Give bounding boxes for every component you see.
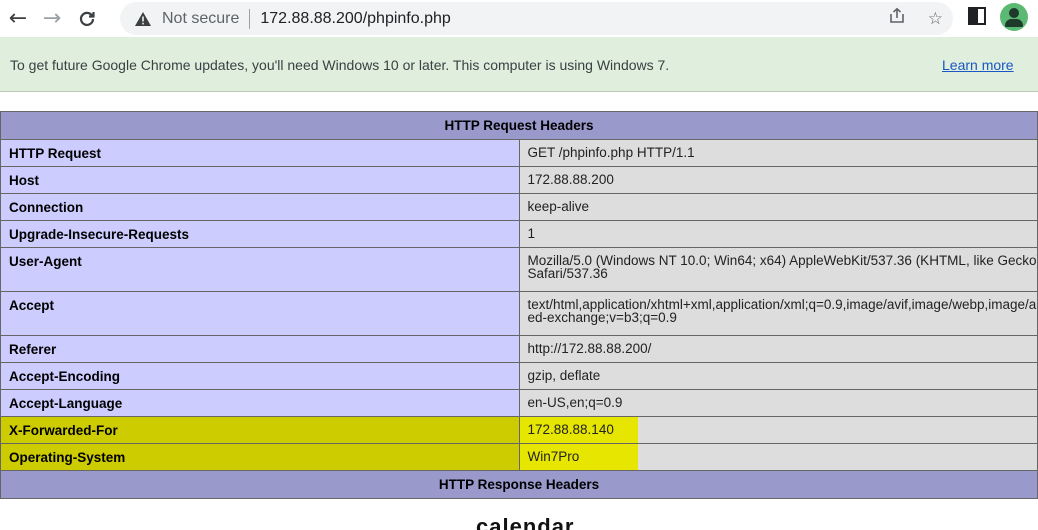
profile-head: [1009, 8, 1019, 18]
table-row: Operating-System Win7Pro: [0, 443, 1038, 471]
table-row: Accept-Encoding gzip, deflate: [0, 362, 1038, 390]
table-row: HTTP Request GET /phpinfo.php HTTP/1.1: [0, 139, 1038, 167]
header-value: 172.88.88.200: [518, 166, 1038, 194]
header-value: GET /phpinfo.php HTTP/1.1: [518, 139, 1038, 167]
header-name: Host: [0, 166, 520, 194]
header-value: en-US,en;q=0.9: [518, 389, 1038, 417]
reload-icon[interactable]: [71, 3, 103, 35]
table-row: X-Forwarded-For 172.88.88.140: [0, 416, 1038, 444]
header-name: Referer: [0, 335, 520, 363]
header-name: Accept-Encoding: [0, 362, 520, 390]
highlighted-value: Win7Pro: [519, 444, 638, 470]
header-value: http://172.88.88.200/: [518, 335, 1038, 363]
header-value-line: keep-alive: [527, 199, 590, 214]
side-panel-icon[interactable]: [968, 7, 986, 25]
calendar-section-title: calendar: [476, 514, 575, 530]
learn-more-link[interactable]: Learn more: [942, 57, 1014, 73]
http-headers-table: HTTP Request Headers HTTP Request GET /ph…: [0, 111, 1038, 499]
browser-toolbar: ← → Not secure 172.88.88.200/phpinfo.php…: [0, 0, 1038, 37]
header-name: X-Forwarded-For: [0, 416, 520, 444]
header-value-line: http://172.88.88.200/: [527, 341, 652, 356]
warning-icon[interactable]: [134, 9, 156, 29]
url-text[interactable]: 172.88.88.200/phpinfo.php: [260, 10, 450, 28]
header-value: gzip, deflate: [518, 362, 1038, 390]
header-name: User-Agent: [0, 247, 520, 292]
header-value-line: 172.88.88.140: [527, 422, 614, 437]
header-value-line: GET /phpinfo.php HTTP/1.1: [527, 145, 695, 160]
header-value: 1: [518, 220, 1038, 248]
header-value-line: 172.88.88.200: [527, 172, 614, 187]
share-icon[interactable]: [888, 7, 906, 30]
omnibox-divider: [249, 8, 251, 29]
update-infobar: To get future Google Chrome updates, you…: [0, 37, 1038, 92]
header-name: Connection: [0, 193, 520, 221]
highlighted-value: 172.88.88.140: [519, 417, 638, 443]
star-icon[interactable]: ☆: [928, 9, 943, 29]
back-arrow-icon[interactable]: ←: [2, 3, 34, 35]
profile-icon[interactable]: [1000, 3, 1028, 31]
header-value: keep-alive: [518, 193, 1038, 221]
table-row: Upgrade-Insecure-Requests 1: [0, 220, 1038, 248]
header-value-line: 1: [527, 226, 536, 241]
header-value: Win7Pro: [518, 443, 1038, 471]
header-name: HTTP Request: [0, 139, 520, 167]
header-name: Accept: [0, 291, 520, 336]
request-headers-title: HTTP Request Headers: [0, 111, 1038, 140]
profile-body: [1005, 19, 1023, 27]
header-name: Upgrade-Insecure-Requests: [0, 220, 520, 248]
infobar-message: To get future Google Chrome updates, you…: [10, 57, 670, 73]
header-value: Mozilla/5.0 (Windows NT 10.0; Win64; x64…: [518, 247, 1038, 292]
header-value-line: ed-exchange;v=b3;q=0.9: [527, 310, 677, 325]
table-row: Host 172.88.88.200: [0, 166, 1038, 194]
header-value-line: Win7Pro: [527, 449, 580, 464]
table-row: Accept text/html,application/xhtml+xml,ap…: [0, 291, 1038, 336]
address-bar[interactable]: Not secure 172.88.88.200/phpinfo.php ☆: [120, 2, 953, 35]
header-name: Operating-System: [0, 443, 520, 471]
header-value: 172.88.88.140: [518, 416, 1038, 444]
omnibox-actions: ☆: [888, 2, 943, 35]
table-row: Accept-Language en-US,en;q=0.9: [0, 389, 1038, 417]
header-value: text/html,application/xhtml+xml,applicat…: [518, 291, 1038, 336]
header-name: Accept-Language: [0, 389, 520, 417]
forward-arrow-icon[interactable]: →: [36, 3, 68, 35]
table-row: Referer http://172.88.88.200/: [0, 335, 1038, 363]
header-value-line: en-US,en;q=0.9: [527, 395, 623, 410]
response-headers-title: HTTP Response Headers: [0, 470, 1038, 499]
header-value-line: Safari/537.36: [527, 266, 608, 281]
header-value-line: gzip, deflate: [527, 368, 601, 383]
table-row: User-Agent Mozilla/5.0 (Windows NT 10.0; …: [0, 247, 1038, 292]
security-status[interactable]: Not secure: [162, 10, 239, 28]
request-headers-rows: HTTP Request GET /phpinfo.php HTTP/1.1 Hos…: [0, 139, 1038, 471]
table-row: Connection keep-alive: [0, 193, 1038, 221]
